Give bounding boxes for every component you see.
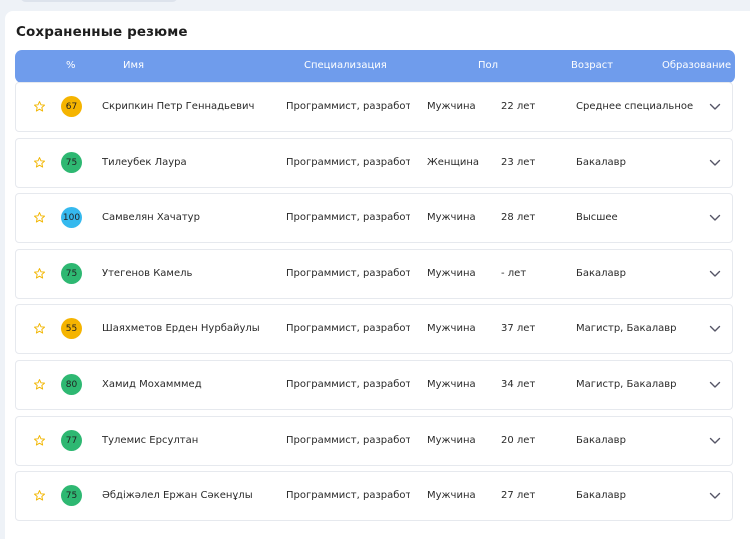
chevron-down-icon[interactable] bbox=[709, 214, 721, 222]
chevron-down-icon[interactable] bbox=[709, 325, 721, 333]
candidate-name: Әбдіжәлел Ержан Сәкенұлы bbox=[102, 490, 253, 501]
candidate-specialization: Программист, разработчик bbox=[286, 490, 410, 501]
table-row[interactable]: 55 Шаяхметов Ерден Нурбайулы Программист, … bbox=[15, 304, 733, 354]
candidate-education: Магистр, Бакалавр bbox=[576, 379, 677, 390]
candidate-education: Бакалавр bbox=[576, 490, 626, 501]
candidate-age: - лет bbox=[501, 268, 527, 279]
table-row[interactable]: 77 Тулемис Ерсултан Программист, разработч… bbox=[15, 416, 733, 466]
candidate-name: Утегенов Камель bbox=[102, 268, 193, 279]
star-icon[interactable] bbox=[33, 489, 46, 502]
candidate-name: Скрипкин Петр Геннадьевич bbox=[102, 101, 255, 112]
match-score-badge: 77 bbox=[61, 430, 82, 451]
star-icon[interactable] bbox=[33, 211, 46, 224]
page-title: Сохраненные резюме bbox=[16, 24, 188, 40]
candidate-age: 28 лет bbox=[501, 212, 536, 223]
header-specialization: Специализация bbox=[304, 60, 387, 71]
star-icon[interactable] bbox=[33, 267, 46, 280]
candidate-education: Среднее специальное bbox=[576, 101, 694, 112]
table-row[interactable]: 67 Скрипкин Петр Геннадьевич Программист, … bbox=[15, 82, 733, 132]
candidate-education: Магистр, Бакалавр bbox=[576, 323, 677, 334]
match-score-badge: 75 bbox=[61, 152, 82, 173]
header-gender: Пол bbox=[478, 60, 499, 71]
saved-resumes-card: Сохраненные резюме % Имя Специализация П… bbox=[5, 11, 750, 539]
candidate-specialization: Программист, разработчик bbox=[286, 379, 410, 390]
star-icon[interactable] bbox=[33, 378, 46, 391]
star-icon[interactable] bbox=[33, 100, 46, 113]
star-icon[interactable] bbox=[33, 434, 46, 447]
candidate-name: Самвелян Хачатур bbox=[102, 212, 200, 223]
candidate-age: 27 лет bbox=[501, 490, 536, 501]
candidate-gender: Мужчина bbox=[427, 212, 476, 223]
candidate-education: Бакалавр bbox=[576, 435, 626, 446]
table-row[interactable]: 75 Әбдіжәлел Ержан Сәкенұлы Программист, р… bbox=[15, 471, 733, 521]
candidate-education: Бакалавр bbox=[576, 157, 626, 168]
chevron-down-icon[interactable] bbox=[709, 159, 721, 167]
star-icon[interactable] bbox=[33, 322, 46, 335]
candidate-specialization: Программист, разработчик bbox=[286, 157, 410, 168]
candidate-gender: Мужчина bbox=[427, 268, 476, 279]
candidate-specialization: Программист, разработчик bbox=[286, 212, 410, 223]
header-education: Образование bbox=[662, 60, 732, 71]
table-row[interactable]: 75 Тилеубек Лаура Программист, разработчик… bbox=[15, 138, 733, 188]
table-row[interactable]: 100 Самвелян Хачатур Программист, разработ… bbox=[15, 193, 733, 243]
candidate-specialization: Программист, разработчик bbox=[286, 323, 410, 334]
table-row[interactable]: 75 Утегенов Камель Программист, разработчи… bbox=[15, 249, 733, 299]
candidate-specialization: Программист, разработчик bbox=[286, 268, 410, 279]
chevron-down-icon[interactable] bbox=[709, 492, 721, 500]
candidate-name: Шаяхметов Ерден Нурбайулы bbox=[102, 323, 260, 334]
candidate-age: 23 лет bbox=[501, 157, 536, 168]
table-row[interactable]: 80 Хамид Мохамммед Программист, разработчи… bbox=[15, 360, 733, 410]
candidate-age: 20 лет bbox=[501, 435, 536, 446]
candidate-gender: Мужчина bbox=[427, 101, 476, 112]
candidate-gender: Мужчина bbox=[427, 379, 476, 390]
top-tab-indicator bbox=[20, 0, 178, 2]
chevron-down-icon[interactable] bbox=[709, 103, 721, 111]
candidate-education: Высшее bbox=[576, 212, 618, 223]
candidate-age: 37 лет bbox=[501, 323, 536, 334]
candidate-education: Бакалавр bbox=[576, 268, 626, 279]
match-score-badge: 67 bbox=[61, 96, 82, 117]
candidate-gender: Мужчина bbox=[427, 323, 476, 334]
match-score-badge: 80 bbox=[61, 374, 82, 395]
chevron-down-icon[interactable] bbox=[709, 381, 721, 389]
candidate-name: Тилеубек Лаура bbox=[102, 157, 187, 168]
candidate-gender: Мужчина bbox=[427, 435, 476, 446]
chevron-down-icon[interactable] bbox=[709, 270, 721, 278]
candidate-name: Хамид Мохамммед bbox=[102, 379, 202, 390]
table-header: % Имя Специализация Пол Возраст Образова… bbox=[15, 50, 735, 83]
candidate-gender: Мужчина bbox=[427, 490, 476, 501]
match-score-badge: 100 bbox=[61, 207, 82, 228]
candidate-specialization: Программист, разработчик bbox=[286, 101, 410, 112]
candidate-age: 34 лет bbox=[501, 379, 536, 390]
chevron-down-icon[interactable] bbox=[709, 437, 721, 445]
header-age: Возраст bbox=[571, 60, 614, 71]
candidate-age: 22 лет bbox=[501, 101, 536, 112]
header-percent: % bbox=[66, 60, 76, 71]
match-score-badge: 75 bbox=[61, 485, 82, 506]
match-score-badge: 75 bbox=[61, 263, 82, 284]
header-name: Имя bbox=[123, 60, 145, 71]
candidate-name: Тулемис Ерсултан bbox=[102, 435, 199, 446]
match-score-badge: 55 bbox=[61, 318, 82, 339]
candidate-gender: Женщина bbox=[427, 157, 480, 168]
star-icon[interactable] bbox=[33, 156, 46, 169]
candidate-specialization: Программист, разработчик bbox=[286, 435, 410, 446]
